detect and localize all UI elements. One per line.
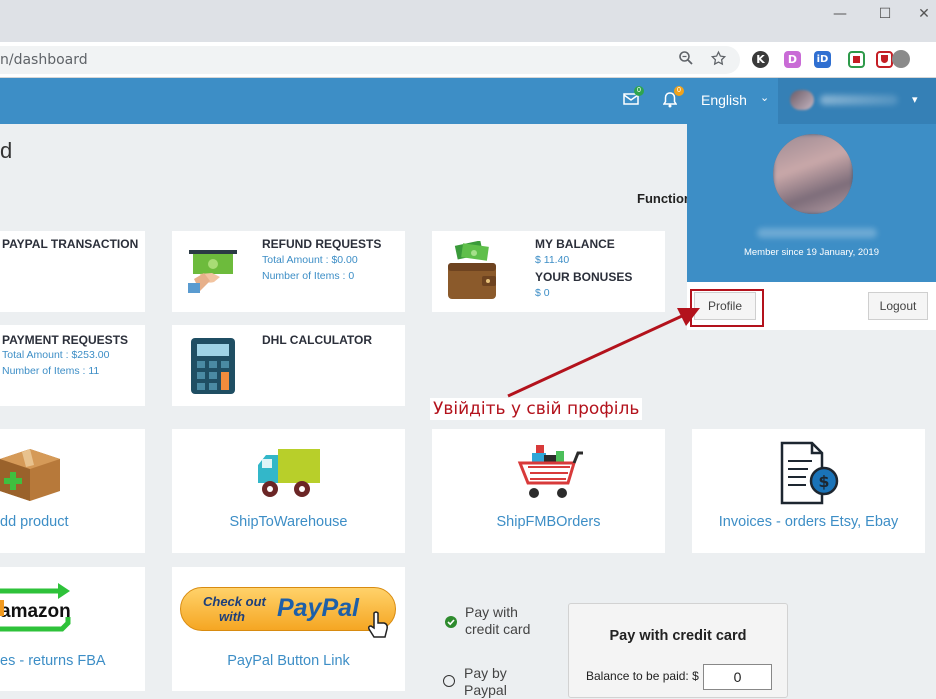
annotation-text: Увійдіть у свій профіль [430, 398, 643, 420]
annotation-arrow [507, 308, 700, 398]
